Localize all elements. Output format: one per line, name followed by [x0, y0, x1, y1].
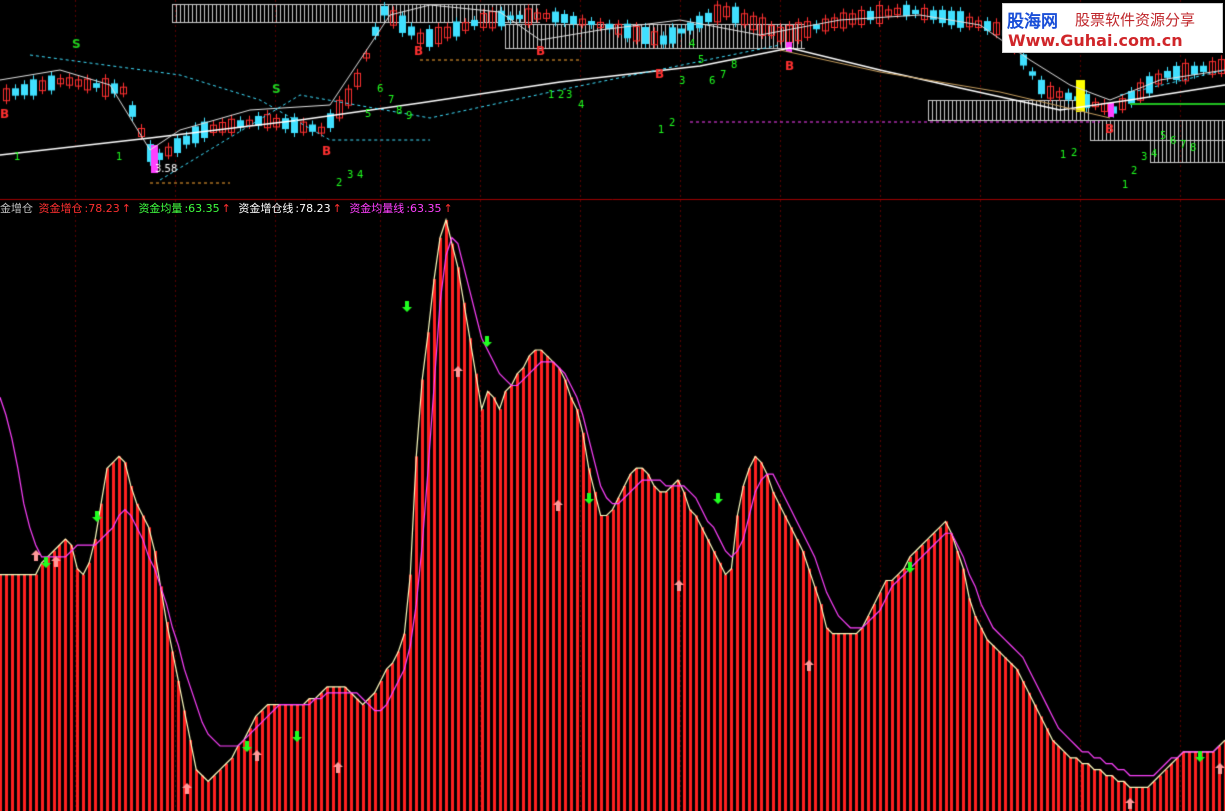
legend-label: 资金增仓线 — [238, 202, 294, 215]
legend-value: 78.23 — [88, 202, 120, 215]
legend-item-fund-increase: 资金增仓:78.23 ↑ — [38, 202, 131, 215]
up-arrow-icon: ↑ — [221, 202, 231, 215]
legend-item-fund-average: 资金均量:63.35 ↑ — [138, 202, 231, 215]
chart-canvas — [0, 0, 1225, 811]
watermark-logo: 股海网 股票软件资源分享 Www.Guhai.com.cn — [1002, 3, 1223, 53]
legend-value: 63.35 — [410, 202, 442, 215]
legend-item-fund-increase-line: 资金增仓线:78.23 ↑ — [238, 202, 342, 215]
watermark-slogan: 股票软件资源分享 — [1075, 11, 1196, 29]
indicator-name: 金增仓 — [0, 202, 33, 215]
up-arrow-icon: ↑ — [443, 202, 453, 215]
legend-value: 78.23 — [299, 202, 331, 215]
legend-label: 资金均量线 — [349, 202, 405, 215]
watermark-url: Www.Guhai.com.cn — [1008, 31, 1183, 50]
legend-value: 63.35 — [188, 202, 220, 215]
legend-label: 资金增仓 — [38, 202, 83, 215]
up-arrow-icon: ↑ — [121, 202, 131, 215]
watermark-brand: 股海网 — [1007, 12, 1058, 32]
legend-label: 资金均量 — [138, 202, 183, 215]
up-arrow-icon: ↑ — [332, 202, 342, 215]
legend-item-fund-average-line: 资金均量线:63.35 ↑ — [349, 202, 453, 215]
indicator-legend: 金增仓 资金增仓:78.23 ↑ 资金均量:63.35 ↑ 资金增仓线:78.23 ↑… — [0, 201, 457, 216]
